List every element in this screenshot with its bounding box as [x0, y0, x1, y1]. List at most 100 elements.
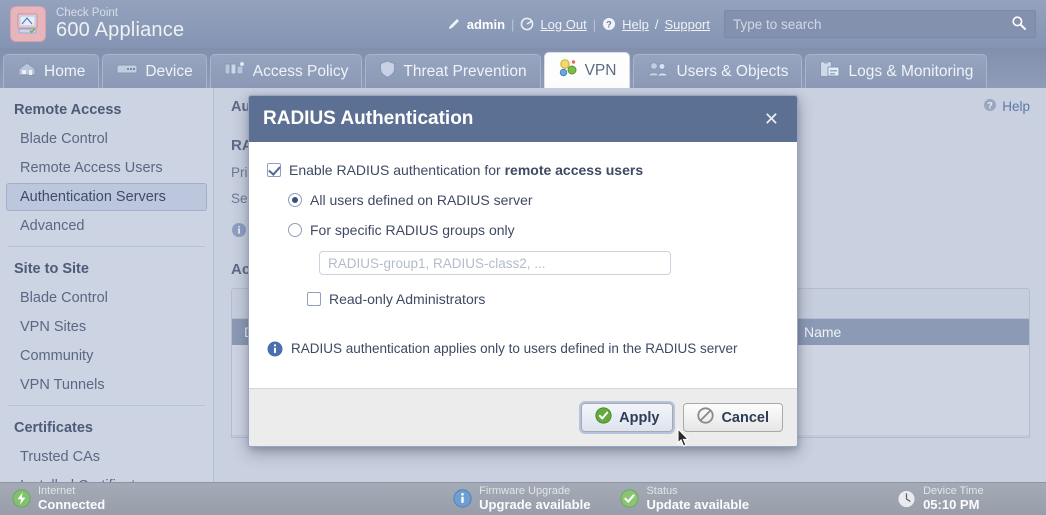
header-right: admin | Log Out | ? Help / Support — [447, 10, 1046, 38]
radio-specific-groups-label: For specific RADIUS groups only — [310, 222, 515, 238]
sidebar-item-trusted-cas[interactable]: Trusted CAs — [6, 443, 207, 471]
readonly-admins-checkbox[interactable] — [307, 292, 321, 306]
users-icon — [647, 61, 669, 82]
apply-button[interactable]: Apply — [581, 403, 674, 432]
sidebar-item-installed-certificates[interactable]: Installed Certificates — [6, 472, 207, 482]
support-link[interactable]: Support — [664, 17, 710, 32]
sidebar-item-s2s-blade-control[interactable]: Blade Control — [6, 284, 207, 312]
search-input[interactable] — [733, 16, 1011, 32]
search-box[interactable] — [724, 10, 1036, 38]
apply-button-label: Apply — [619, 409, 660, 426]
enable-radius-checkbox[interactable] — [267, 163, 281, 177]
dialog-info-note: RADIUS authentication applies only to us… — [267, 341, 779, 362]
dialog-info-text: RADIUS authentication applies only to us… — [291, 341, 738, 356]
check-circle-icon — [595, 407, 612, 428]
enable-radius-label: Enable RADIUS authentication for remote … — [289, 162, 643, 178]
check-green-icon — [620, 489, 640, 509]
admin-label: admin — [466, 16, 506, 32]
cancel-button[interactable]: Cancel — [683, 403, 783, 432]
tab-users-objects[interactable]: Users & Objects — [633, 54, 803, 88]
help-support-slash: / — [654, 16, 659, 32]
tab-access-policy-label: Access Policy — [252, 62, 349, 80]
tab-vpn-label: VPN — [584, 61, 617, 79]
tab-access-policy[interactable]: Access Policy — [209, 54, 363, 88]
access-policy-icon — [224, 61, 246, 82]
status-firmware-value: Upgrade available — [479, 496, 591, 512]
sidebar-divider-2 — [8, 405, 205, 406]
radio-specific-groups[interactable] — [288, 223, 302, 237]
logs-icon — [819, 60, 841, 83]
tab-device[interactable]: Device — [102, 54, 207, 88]
radio-specific-groups-row[interactable]: For specific RADIUS groups only — [288, 222, 779, 238]
home-icon — [17, 61, 37, 82]
tab-threat-prevention[interactable]: Threat Prevention — [365, 54, 541, 88]
tab-logs-monitoring-label: Logs & Monitoring — [848, 62, 974, 80]
info-icon — [267, 341, 283, 362]
svg-text:?: ? — [606, 19, 612, 29]
radio-all-users-row[interactable]: All users defined on RADIUS server — [288, 192, 779, 208]
main-tabs: Home Device Access Policy Threat Prevent… — [0, 48, 1046, 88]
sidebar-divider-1 — [8, 246, 205, 247]
sidebar-item-authentication-servers[interactable]: Authentication Servers — [6, 183, 207, 211]
sidebar-item-remote-access-users[interactable]: Remote Access Users — [6, 154, 207, 182]
status-internet-title: Internet — [38, 485, 76, 498]
tab-logs-monitoring[interactable]: Logs & Monitoring — [805, 54, 988, 88]
mouse-cursor — [674, 427, 694, 456]
close-icon[interactable]: ✕ — [760, 108, 783, 130]
sidebar-item-vpn-tunnels[interactable]: VPN Tunnels — [6, 371, 207, 399]
dialog-footer: Apply Cancel — [249, 388, 797, 446]
cancel-button-label: Cancel — [721, 409, 769, 426]
radio-all-users-label: All users defined on RADIUS server — [310, 192, 533, 208]
dialog-header: RADIUS Authentication ✕ — [249, 96, 797, 142]
question-icon: ? — [983, 98, 997, 115]
search-icon[interactable] — [1011, 15, 1027, 34]
help-link[interactable]: Help — [622, 17, 649, 32]
dialog-body: Enable RADIUS authentication for remote … — [249, 142, 797, 388]
status-bar: Internet Connected Firmware Upgrade Upgr… — [0, 482, 1046, 515]
tab-vpn[interactable]: VPN — [543, 52, 631, 88]
tab-home[interactable]: Home — [3, 54, 100, 88]
enable-radius-label-prefix: Enable RADIUS authentication for — [289, 162, 505, 178]
page-help-link[interactable]: ? Help — [983, 98, 1030, 115]
ban-circle-icon — [697, 407, 715, 428]
status-firmware-upgrade: Firmware Upgrade Upgrade available — [453, 485, 590, 513]
pencil-icon — [447, 17, 461, 31]
device-icon — [116, 62, 138, 81]
enable-radius-row[interactable]: Enable RADIUS authentication for remote … — [267, 162, 779, 178]
svg-text:?: ? — [987, 100, 993, 110]
status-status-title: Status — [646, 485, 678, 498]
info-blue-icon — [453, 489, 472, 509]
status-device-time-value: 05:10 PM — [923, 496, 980, 512]
sidebar-item-advanced[interactable]: Advanced — [6, 212, 207, 240]
header-separator-2: | — [592, 16, 597, 32]
brand-line-2: 600 Appliance — [56, 18, 185, 41]
status-status-value: Update available — [646, 496, 750, 512]
vpn-icon — [558, 59, 578, 82]
radius-groups-input[interactable] — [319, 251, 671, 275]
sidebar-group-certificates: Certificates — [14, 420, 93, 436]
tab-users-objects-label: Users & Objects — [676, 62, 789, 80]
tab-threat-prevention-label: Threat Prevention — [403, 62, 527, 80]
power-icon[interactable] — [520, 17, 534, 31]
logout-link[interactable]: Log Out — [540, 17, 586, 32]
sidebar-item-vpn-sites[interactable]: VPN Sites — [6, 313, 207, 341]
sidebar-group-remote-access: Remote Access — [14, 102, 122, 118]
brand: Check Point 600 Appliance — [56, 7, 184, 40]
page-help-label: Help — [1002, 99, 1030, 114]
sidebar-item-community[interactable]: Community — [6, 342, 207, 370]
readonly-admins-row[interactable]: Read-only Administrators — [307, 291, 779, 307]
tab-device-label: Device — [145, 62, 193, 80]
tab-home-label: Home — [44, 62, 86, 80]
sidebar: Remote Access Blade Control Remote Acces… — [0, 88, 214, 482]
enable-radius-label-bold: remote access users — [504, 162, 644, 178]
status-device-time-title: Device Time — [923, 485, 984, 498]
dialog-title: RADIUS Authentication — [263, 108, 474, 129]
question-icon[interactable]: ? — [602, 17, 616, 31]
sidebar-item-blade-control[interactable]: Blade Control — [6, 125, 207, 153]
header-separator-1: | — [511, 16, 515, 32]
radio-all-users[interactable] — [288, 193, 302, 207]
status-firmware-title: Firmware Upgrade — [479, 485, 571, 498]
readonly-admins-label: Read-only Administrators — [329, 291, 486, 307]
info-icon: i — [231, 222, 247, 241]
status-internet-value: Connected — [38, 496, 106, 512]
